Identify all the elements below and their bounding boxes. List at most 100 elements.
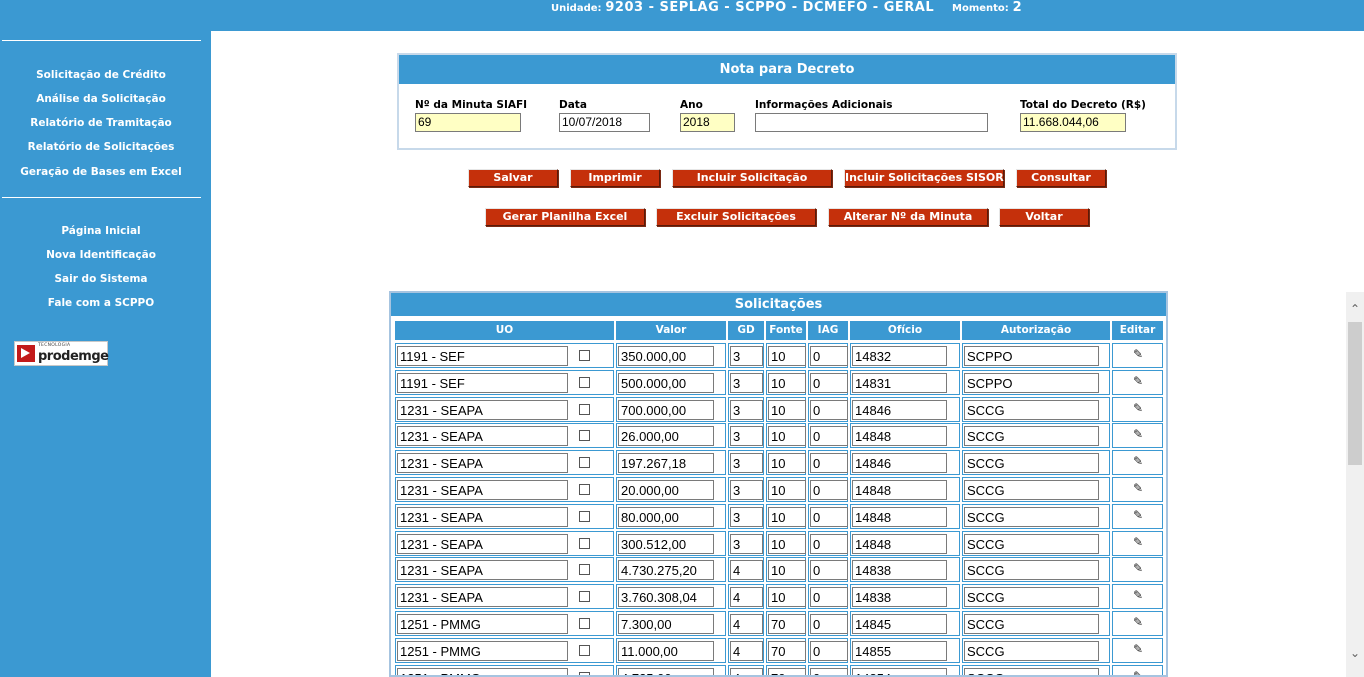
autorizacao-input[interactable]: SCCG [964,480,1099,500]
iag-input[interactable]: 0 [810,426,848,447]
edit-icon[interactable]: ✎ [1131,589,1145,601]
iag-input[interactable]: 0 [810,640,848,661]
fonte-input[interactable]: 10 [768,480,806,500]
row-select-checkbox[interactable] [579,671,590,675]
oficio-input[interactable]: 14848 [852,426,947,447]
salvar-button[interactable]: Salvar [468,169,558,187]
oficio-input[interactable]: 14854 [852,667,947,675]
valor-input[interactable]: 300.512,00 [618,533,714,554]
data-input[interactable]: 10/07/2018 [559,113,650,132]
iag-input[interactable]: 0 [810,480,848,500]
edit-icon[interactable]: ✎ [1131,643,1145,655]
edit-icon[interactable]: ✎ [1131,509,1145,521]
uo-input[interactable]: 1191 - SEF [397,346,568,366]
sidebar-item-nova-identificacao[interactable]: Nova Identificação [0,243,202,267]
info-input[interactable] [755,113,988,132]
uo-input[interactable]: 1231 - SEAPA [397,480,568,500]
autorizacao-input[interactable]: SCCG [964,506,1099,527]
oficio-input[interactable]: 14838 [852,587,947,608]
row-select-checkbox[interactable] [579,510,590,522]
fonte-input[interactable]: 10 [768,426,806,447]
row-select-checkbox[interactable] [579,457,590,469]
edit-icon[interactable]: ✎ [1131,482,1145,494]
autorizacao-input[interactable]: SCCG [964,453,1099,474]
fonte-input[interactable]: 10 [768,399,806,420]
iag-input[interactable]: 0 [810,346,848,366]
gd-input[interactable]: 4 [730,614,763,634]
edit-icon[interactable]: ✎ [1131,616,1145,628]
gd-input[interactable]: 3 [730,480,763,500]
incluir-solicitacao-button[interactable]: Incluir Solicitação [672,169,832,187]
row-select-checkbox[interactable] [579,403,590,415]
autorizacao-input[interactable]: SCCG [964,640,1099,661]
ano-input[interactable]: 2018 [680,113,735,132]
uo-input[interactable]: 1191 - SEF [397,372,568,393]
scroll-up-icon[interactable]: ⌃ [1346,300,1364,318]
fonte-input[interactable]: 10 [768,560,806,581]
row-select-checkbox[interactable] [579,376,590,388]
fonte-input[interactable]: 70 [768,667,806,675]
uo-input[interactable]: 1251 - PMMG [397,614,568,634]
row-select-checkbox[interactable] [579,537,590,549]
valor-input[interactable]: 4.725,00 [618,667,714,675]
gd-input[interactable]: 4 [730,667,763,675]
scrollbar-thumb[interactable] [1348,322,1362,465]
oficio-input[interactable]: 14846 [852,453,947,474]
valor-input[interactable]: 350.000,00 [618,346,714,366]
oficio-input[interactable]: 14848 [852,533,947,554]
iag-input[interactable]: 0 [810,506,848,527]
uo-input[interactable]: 1231 - SEAPA [397,426,568,447]
fonte-input[interactable]: 10 [768,506,806,527]
row-select-checkbox[interactable] [579,350,590,361]
valor-input[interactable]: 4.730.275,20 [618,560,714,581]
valor-input[interactable]: 11.000,00 [618,640,714,661]
autorizacao-input[interactable]: SCPPO [964,372,1099,393]
autorizacao-input[interactable]: SCCG [964,399,1099,420]
autorizacao-input[interactable]: SCPPO [964,346,1099,366]
uo-input[interactable]: 1231 - SEAPA [397,533,568,554]
gd-input[interactable]: 4 [730,587,763,608]
oficio-input[interactable]: 14845 [852,614,947,634]
iag-input[interactable]: 0 [810,560,848,581]
autorizacao-input[interactable]: SCCG [964,426,1099,447]
valor-input[interactable]: 80.000,00 [618,506,714,527]
gerar-excel-button[interactable]: Gerar Planilha Excel [485,208,645,226]
minuta-input[interactable]: 69 [415,113,521,132]
gd-input[interactable]: 4 [730,640,763,661]
gd-input[interactable]: 3 [730,372,763,393]
alterar-minuta-button[interactable]: Alterar Nº da Minuta [828,208,988,226]
gd-input[interactable]: 3 [730,346,763,366]
iag-input[interactable]: 0 [810,614,848,634]
oficio-input[interactable]: 14831 [852,372,947,393]
fonte-input[interactable]: 10 [768,346,806,366]
fonte-input[interactable]: 10 [768,372,806,393]
gd-input[interactable]: 3 [730,426,763,447]
gd-input[interactable]: 3 [730,453,763,474]
uo-input[interactable]: 1231 - SEAPA [397,587,568,608]
voltar-button[interactable]: Voltar [999,208,1089,226]
gd-input[interactable]: 3 [730,533,763,554]
autorizacao-input[interactable]: SCCG [964,560,1099,581]
sidebar-item-solicitacao-credito[interactable]: Solicitação de Crédito [0,63,202,87]
autorizacao-input[interactable]: SCCG [964,587,1099,608]
autorizacao-input[interactable]: SCCG [964,667,1099,675]
valor-input[interactable]: 3.760.308,04 [618,587,714,608]
edit-icon[interactable]: ✎ [1131,375,1145,387]
oficio-input[interactable]: 14855 [852,640,947,661]
sidebar-item-analise-solicitacao[interactable]: Análise da Solicitação [0,87,202,111]
imprimir-button[interactable]: Imprimir [570,169,660,187]
row-select-checkbox[interactable] [579,564,590,576]
fonte-input[interactable]: 70 [768,640,806,661]
valor-input[interactable]: 7.300,00 [618,614,714,634]
row-select-checkbox[interactable] [579,484,590,495]
sidebar-item-relatorio-tramitacao[interactable]: Relatório de Tramitação [0,111,202,135]
fonte-input[interactable]: 10 [768,533,806,554]
iag-input[interactable]: 0 [810,453,848,474]
sidebar-item-geracao-bases-excel[interactable]: Geração de Bases em Excel [0,159,202,185]
oficio-input[interactable]: 14846 [852,399,947,420]
sidebar-item-relatorio-solicitacoes[interactable]: Relatório de Solicitações [0,135,202,159]
uo-input[interactable]: 1231 - SEAPA [397,560,568,581]
iag-input[interactable]: 0 [810,372,848,393]
edit-icon[interactable]: ✎ [1131,670,1145,675]
row-select-checkbox[interactable] [579,591,590,603]
